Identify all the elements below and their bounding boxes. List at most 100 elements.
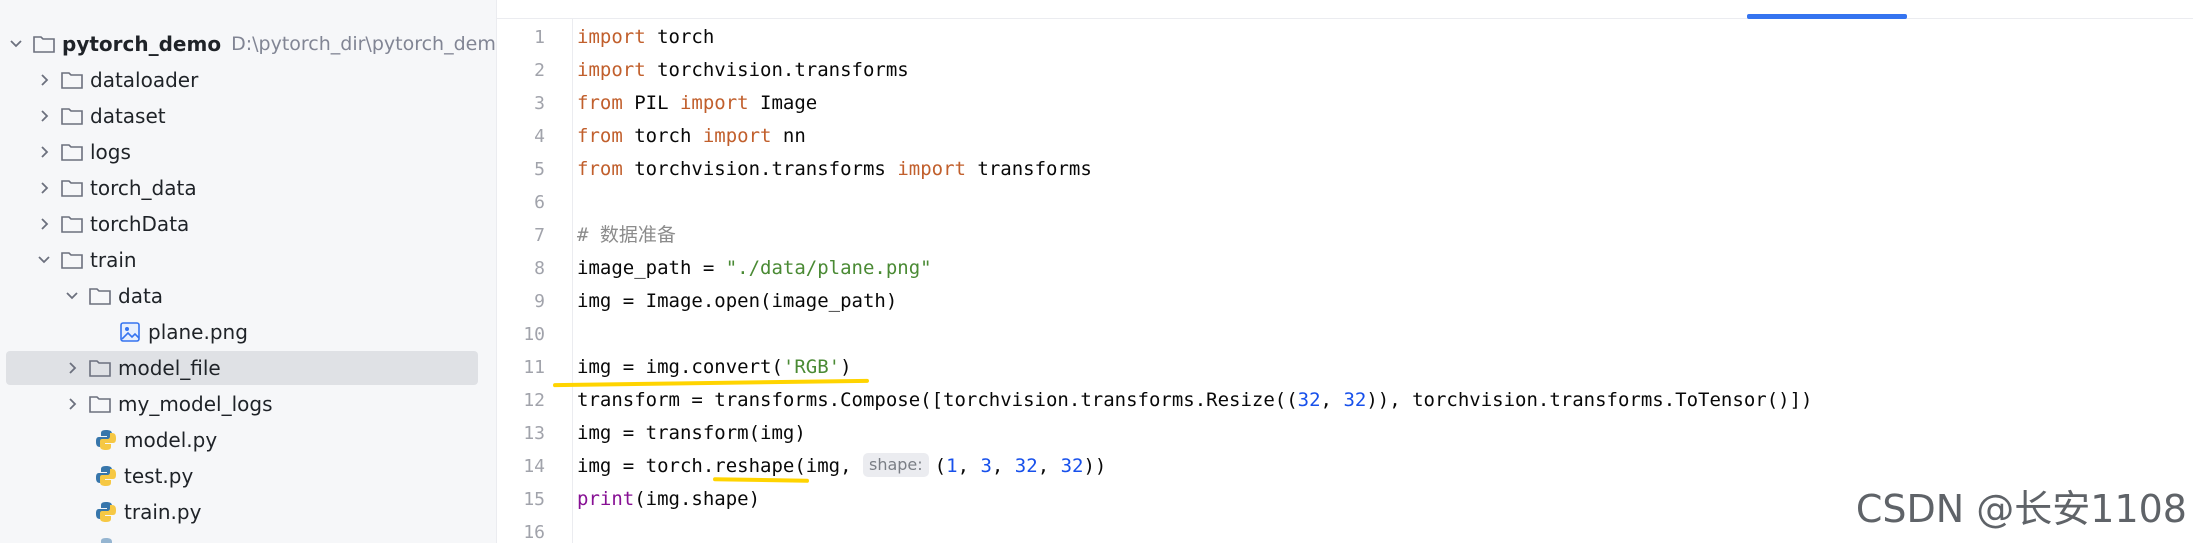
code-text: , [1320, 389, 1344, 411]
line-number: 11 [523, 357, 545, 378]
tree-item-partial[interactable] [88, 531, 478, 543]
tree-item-label: train.py [124, 500, 202, 524]
folder-icon [88, 393, 112, 415]
code-text: PIL [622, 92, 680, 114]
number-literal: 32 [1343, 389, 1367, 411]
chevron-right-icon[interactable] [34, 178, 54, 198]
tree-item-label: model_file [118, 356, 221, 380]
tree-item-torch-data[interactable]: torch_data [34, 171, 478, 205]
tree-item-test-py[interactable]: test.py [88, 459, 478, 493]
tree-item-model-py[interactable]: model.py [88, 423, 478, 457]
folder-icon [88, 357, 112, 379]
project-path: D:\pytorch_dir\pytorch_demo [231, 33, 497, 55]
code-comment: # 数据准备 [577, 224, 676, 246]
tree-item-label: plane.png [148, 320, 248, 344]
tree-item-logs[interactable]: logs [34, 135, 478, 169]
folder-icon [60, 69, 84, 91]
keyword: from [577, 158, 623, 180]
folder-icon [60, 177, 84, 199]
tree-item-label: logs [90, 140, 131, 164]
line-number: 1 [534, 27, 545, 48]
builtin-function: print [577, 488, 635, 510]
tree-item-train[interactable]: train [34, 243, 478, 277]
code-text: )), torchvision.transforms.ToTensor()]) [1366, 389, 1813, 411]
code-text: torchvision.transforms [622, 158, 898, 180]
gutter-divider [572, 19, 573, 543]
number-literal: 1 [946, 455, 958, 477]
code-editor[interactable]: 1 2 3 4 5 6 7 8 9 10 11 12 13 14 15 16 i… [497, 0, 2193, 543]
code-line-5[interactable]: from torchvision.transforms import trans… [577, 153, 1092, 186]
tree-item-data[interactable]: data [62, 279, 478, 313]
line-number: 12 [523, 390, 545, 411]
project-name: pytorch_demo [62, 32, 222, 56]
tree-item-label: model.py [124, 428, 218, 452]
tree-item-label: dataset [90, 104, 166, 128]
code-line-12[interactable]: transform = transforms.Compose([torchvis… [577, 384, 1812, 417]
line-number-gutter: 1 2 3 4 5 6 7 8 9 10 11 12 13 14 15 16 [497, 0, 573, 543]
code-line-13[interactable]: img = transform(img) [577, 417, 806, 450]
code-text: , [1037, 455, 1061, 477]
string-literal: 'RGB' [782, 356, 841, 378]
folder-icon [32, 33, 56, 55]
tree-item-label: torchData [90, 212, 190, 236]
python-file-icon [94, 537, 118, 543]
code-line-2[interactable]: import torchvision.transforms [577, 54, 909, 87]
keyword: import [577, 26, 646, 48]
chevron-down-icon[interactable] [6, 34, 26, 54]
tree-item-plane-png[interactable]: plane.png [118, 315, 478, 349]
tree-item-dataloader[interactable]: dataloader [34, 63, 478, 97]
number-literal: 32 [1297, 389, 1321, 411]
chevron-right-icon[interactable] [62, 358, 82, 378]
line-number: 4 [534, 126, 545, 147]
code-line-15[interactable]: print(img.shape) [577, 483, 760, 516]
code-line-4[interactable]: from torch import nn [577, 120, 806, 153]
code-text: img = torch.reshape(img, [577, 455, 863, 477]
code-line-7[interactable]: # 数据准备 [577, 219, 676, 252]
code-line-8[interactable]: image_path = "./data/plane.png" [577, 252, 932, 285]
tree-item-my-model-logs[interactable]: my_model_logs [62, 387, 478, 421]
chevron-down-icon[interactable] [62, 286, 82, 306]
tree-item-train-py[interactable]: train.py [88, 495, 478, 529]
code-text: nn [771, 125, 806, 147]
line-number: 2 [534, 60, 545, 81]
code-text: torch [622, 125, 703, 147]
tree-root-pytorch-demo[interactable]: pytorch_demo D:\pytorch_dir\pytorch_demo [6, 27, 496, 61]
line-number: 5 [534, 159, 545, 180]
code-line-14[interactable]: img = torch.reshape(img, shape: (1, 3, 32… [577, 450, 1106, 483]
line-number: 10 [523, 324, 545, 345]
chevron-right-icon[interactable] [34, 70, 54, 90]
number-literal: 3 [980, 455, 992, 477]
code-line-1[interactable]: import torch [577, 21, 714, 54]
python-file-icon [94, 465, 118, 487]
code-line-9[interactable]: img = Image.open(image_path) [577, 285, 897, 318]
tree-item-label: test.py [124, 464, 194, 488]
number-literal: 32 [1014, 455, 1038, 477]
tree-item-torchdata[interactable]: torchData [34, 207, 478, 241]
line-number: 3 [534, 93, 545, 114]
keyword: import [702, 125, 772, 147]
tree-item-label: train [90, 248, 137, 272]
line-number: 14 [523, 456, 545, 477]
line-number: 13 [523, 423, 545, 444]
code-text: , [957, 455, 981, 477]
python-file-icon [94, 429, 118, 451]
code-text: Image [748, 92, 818, 114]
tree-item-label: data [118, 284, 164, 308]
chevron-right-icon[interactable] [34, 214, 54, 234]
code-text: (img.shape) [634, 488, 761, 510]
tree-item-dataset[interactable]: dataset [34, 99, 478, 133]
chevron-right-icon[interactable] [62, 394, 82, 414]
chevron-down-icon[interactable] [34, 250, 54, 270]
code-text: transforms [965, 158, 1092, 180]
watermark: CSDN @长安1108 [1855, 487, 2187, 531]
keyword: import [577, 59, 646, 81]
chevron-right-icon[interactable] [34, 106, 54, 126]
code-text: img = transform(img) [577, 422, 806, 444]
tree-item-model-file[interactable]: model_file [6, 351, 478, 385]
line-number: 7 [534, 225, 545, 246]
code-text: )) [1083, 455, 1107, 477]
code-text: torch [645, 26, 715, 48]
code-line-3[interactable]: from PIL import Image [577, 87, 817, 120]
chevron-right-icon[interactable] [34, 142, 54, 162]
line-number: 15 [523, 489, 545, 510]
